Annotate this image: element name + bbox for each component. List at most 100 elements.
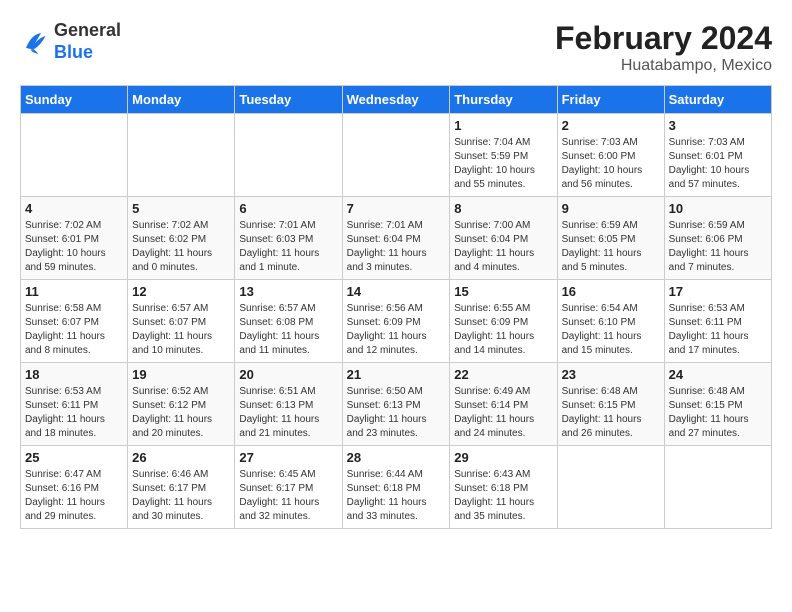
col-header-monday: Monday (128, 86, 235, 114)
day-info: Sunrise: 6:46 AM Sunset: 6:17 PM Dayligh… (132, 468, 230, 524)
day-number: 17 (669, 284, 767, 299)
col-header-thursday: Thursday (450, 86, 557, 114)
calendar-header-row: SundayMondayTuesdayWednesdayThursdayFrid… (21, 86, 772, 114)
calendar-cell: 16 Sunrise: 6:54 AM Sunset: 6:10 PM Dayli… (557, 280, 664, 363)
day-info: Sunrise: 7:02 AM Sunset: 6:02 PM Dayligh… (132, 219, 230, 275)
day-info: Sunrise: 6:58 AM Sunset: 6:07 PM Dayligh… (25, 302, 123, 358)
calendar-week-5: 25 Sunrise: 6:47 AM Sunset: 6:16 PM Dayli… (21, 446, 772, 529)
calendar-week-3: 11Sunrise: 6:58 AM Sunset: 6:07 PM Dayli… (21, 280, 772, 363)
calendar-table: SundayMondayTuesdayWednesdayThursdayFrid… (20, 85, 772, 529)
day-number: 26 (132, 450, 230, 465)
col-header-wednesday: Wednesday (342, 86, 450, 114)
logo-line2: Blue (54, 42, 121, 64)
calendar-cell: 6 Sunrise: 7:01 AM Sunset: 6:03 PM Daylig… (235, 197, 342, 280)
day-number: 23 (562, 367, 660, 382)
day-info: Sunrise: 7:01 AM Sunset: 6:03 PM Dayligh… (239, 219, 337, 275)
day-number: 3 (669, 118, 767, 133)
day-number: 25 (25, 450, 123, 465)
day-number: 16 (562, 284, 660, 299)
calendar-cell: 4 Sunrise: 7:02 AM Sunset: 6:01 PM Daylig… (21, 197, 128, 280)
col-header-sunday: Sunday (21, 86, 128, 114)
day-number: 29 (454, 450, 552, 465)
day-number: 4 (25, 201, 123, 216)
day-info: Sunrise: 6:53 AM Sunset: 6:11 PM Dayligh… (669, 302, 767, 358)
day-number: 12 (132, 284, 230, 299)
day-number: 15 (454, 284, 552, 299)
calendar-cell (664, 446, 771, 529)
day-number: 10 (669, 201, 767, 216)
day-info: Sunrise: 6:57 AM Sunset: 6:07 PM Dayligh… (132, 302, 230, 358)
day-info: Sunrise: 6:48 AM Sunset: 6:15 PM Dayligh… (562, 385, 660, 441)
day-number: 1 (454, 118, 552, 133)
calendar-cell: 19 Sunrise: 6:52 AM Sunset: 6:12 PM Dayli… (128, 363, 235, 446)
page-subtitle: Huatabampo, Mexico (555, 57, 772, 75)
calendar-cell: 5 Sunrise: 7:02 AM Sunset: 6:02 PM Daylig… (128, 197, 235, 280)
calendar-week-2: 4 Sunrise: 7:02 AM Sunset: 6:01 PM Daylig… (21, 197, 772, 280)
calendar-cell: 12 Sunrise: 6:57 AM Sunset: 6:07 PM Dayli… (128, 280, 235, 363)
day-info: Sunrise: 7:02 AM Sunset: 6:01 PM Dayligh… (25, 219, 123, 275)
day-info: Sunrise: 6:59 AM Sunset: 6:05 PM Dayligh… (562, 219, 660, 275)
calendar-cell (235, 114, 342, 197)
calendar-cell: 23 Sunrise: 6:48 AM Sunset: 6:15 PM Dayli… (557, 363, 664, 446)
day-info: Sunrise: 6:55 AM Sunset: 6:09 PM Dayligh… (454, 302, 552, 358)
calendar-cell: 10 Sunrise: 6:59 AM Sunset: 6:06 PM Dayli… (664, 197, 771, 280)
calendar-cell: 8 Sunrise: 7:00 AM Sunset: 6:04 PM Daylig… (450, 197, 557, 280)
page-header: General Blue February 2024 Huatabampo, M… (20, 20, 772, 75)
day-number: 20 (239, 367, 337, 382)
day-info: Sunrise: 6:43 AM Sunset: 6:18 PM Dayligh… (454, 468, 552, 524)
calendar-cell: 28Sunrise: 6:44 AM Sunset: 6:18 PM Dayli… (342, 446, 450, 529)
day-info: Sunrise: 7:01 AM Sunset: 6:04 PM Dayligh… (347, 219, 446, 275)
day-number: 19 (132, 367, 230, 382)
calendar-cell: 2 Sunrise: 7:03 AM Sunset: 6:00 PM Daylig… (557, 114, 664, 197)
calendar-cell: 22Sunrise: 6:49 AM Sunset: 6:14 PM Dayli… (450, 363, 557, 446)
day-number: 18 (25, 367, 123, 382)
day-info: Sunrise: 6:54 AM Sunset: 6:10 PM Dayligh… (562, 302, 660, 358)
calendar-cell: 13 Sunrise: 6:57 AM Sunset: 6:08 PM Dayli… (235, 280, 342, 363)
day-info: Sunrise: 6:48 AM Sunset: 6:15 PM Dayligh… (669, 385, 767, 441)
day-number: 8 (454, 201, 552, 216)
page-title: February 2024 (555, 20, 772, 57)
day-info: Sunrise: 6:59 AM Sunset: 6:06 PM Dayligh… (669, 219, 767, 275)
day-info: Sunrise: 6:51 AM Sunset: 6:13 PM Dayligh… (239, 385, 337, 441)
day-number: 13 (239, 284, 337, 299)
calendar-cell: 11Sunrise: 6:58 AM Sunset: 6:07 PM Dayli… (21, 280, 128, 363)
calendar-cell: 27 Sunrise: 6:45 AM Sunset: 6:17 PM Dayli… (235, 446, 342, 529)
calendar-cell: 17 Sunrise: 6:53 AM Sunset: 6:11 PM Dayli… (664, 280, 771, 363)
day-info: Sunrise: 6:56 AM Sunset: 6:09 PM Dayligh… (347, 302, 446, 358)
calendar-cell: 29 Sunrise: 6:43 AM Sunset: 6:18 PM Dayli… (450, 446, 557, 529)
day-info: Sunrise: 7:03 AM Sunset: 6:00 PM Dayligh… (562, 136, 660, 192)
day-number: 28 (347, 450, 446, 465)
calendar-cell (21, 114, 128, 197)
day-number: 21 (347, 367, 446, 382)
logo-line1: General (54, 20, 121, 42)
calendar-cell: 25 Sunrise: 6:47 AM Sunset: 6:16 PM Dayli… (21, 446, 128, 529)
calendar-week-1: 1 Sunrise: 7:04 AM Sunset: 5:59 PM Daylig… (21, 114, 772, 197)
day-number: 27 (239, 450, 337, 465)
day-info: Sunrise: 6:49 AM Sunset: 6:14 PM Dayligh… (454, 385, 552, 441)
day-info: Sunrise: 6:50 AM Sunset: 6:13 PM Dayligh… (347, 385, 446, 441)
day-number: 5 (132, 201, 230, 216)
day-info: Sunrise: 6:52 AM Sunset: 6:12 PM Dayligh… (132, 385, 230, 441)
calendar-cell: 18 Sunrise: 6:53 AM Sunset: 6:11 PM Dayli… (21, 363, 128, 446)
calendar-cell: 20 Sunrise: 6:51 AM Sunset: 6:13 PM Dayli… (235, 363, 342, 446)
col-header-saturday: Saturday (664, 86, 771, 114)
day-info: Sunrise: 6:47 AM Sunset: 6:16 PM Dayligh… (25, 468, 123, 524)
day-number: 14 (347, 284, 446, 299)
calendar-week-4: 18 Sunrise: 6:53 AM Sunset: 6:11 PM Dayli… (21, 363, 772, 446)
calendar-cell: 7Sunrise: 7:01 AM Sunset: 6:04 PM Daylig… (342, 197, 450, 280)
calendar-cell (128, 114, 235, 197)
day-info: Sunrise: 6:53 AM Sunset: 6:11 PM Dayligh… (25, 385, 123, 441)
col-header-tuesday: Tuesday (235, 86, 342, 114)
day-info: Sunrise: 7:04 AM Sunset: 5:59 PM Dayligh… (454, 136, 552, 192)
day-number: 6 (239, 201, 337, 216)
logo-icon (20, 27, 50, 57)
day-number: 2 (562, 118, 660, 133)
calendar-cell: 9Sunrise: 6:59 AM Sunset: 6:05 PM Daylig… (557, 197, 664, 280)
day-info: Sunrise: 7:00 AM Sunset: 6:04 PM Dayligh… (454, 219, 552, 275)
calendar-cell (557, 446, 664, 529)
day-info: Sunrise: 6:57 AM Sunset: 6:08 PM Dayligh… (239, 302, 337, 358)
calendar-cell: 15 Sunrise: 6:55 AM Sunset: 6:09 PM Dayli… (450, 280, 557, 363)
day-info: Sunrise: 6:45 AM Sunset: 6:17 PM Dayligh… (239, 468, 337, 524)
calendar-cell: 14 Sunrise: 6:56 AM Sunset: 6:09 PM Dayli… (342, 280, 450, 363)
day-info: Sunrise: 7:03 AM Sunset: 6:01 PM Dayligh… (669, 136, 767, 192)
